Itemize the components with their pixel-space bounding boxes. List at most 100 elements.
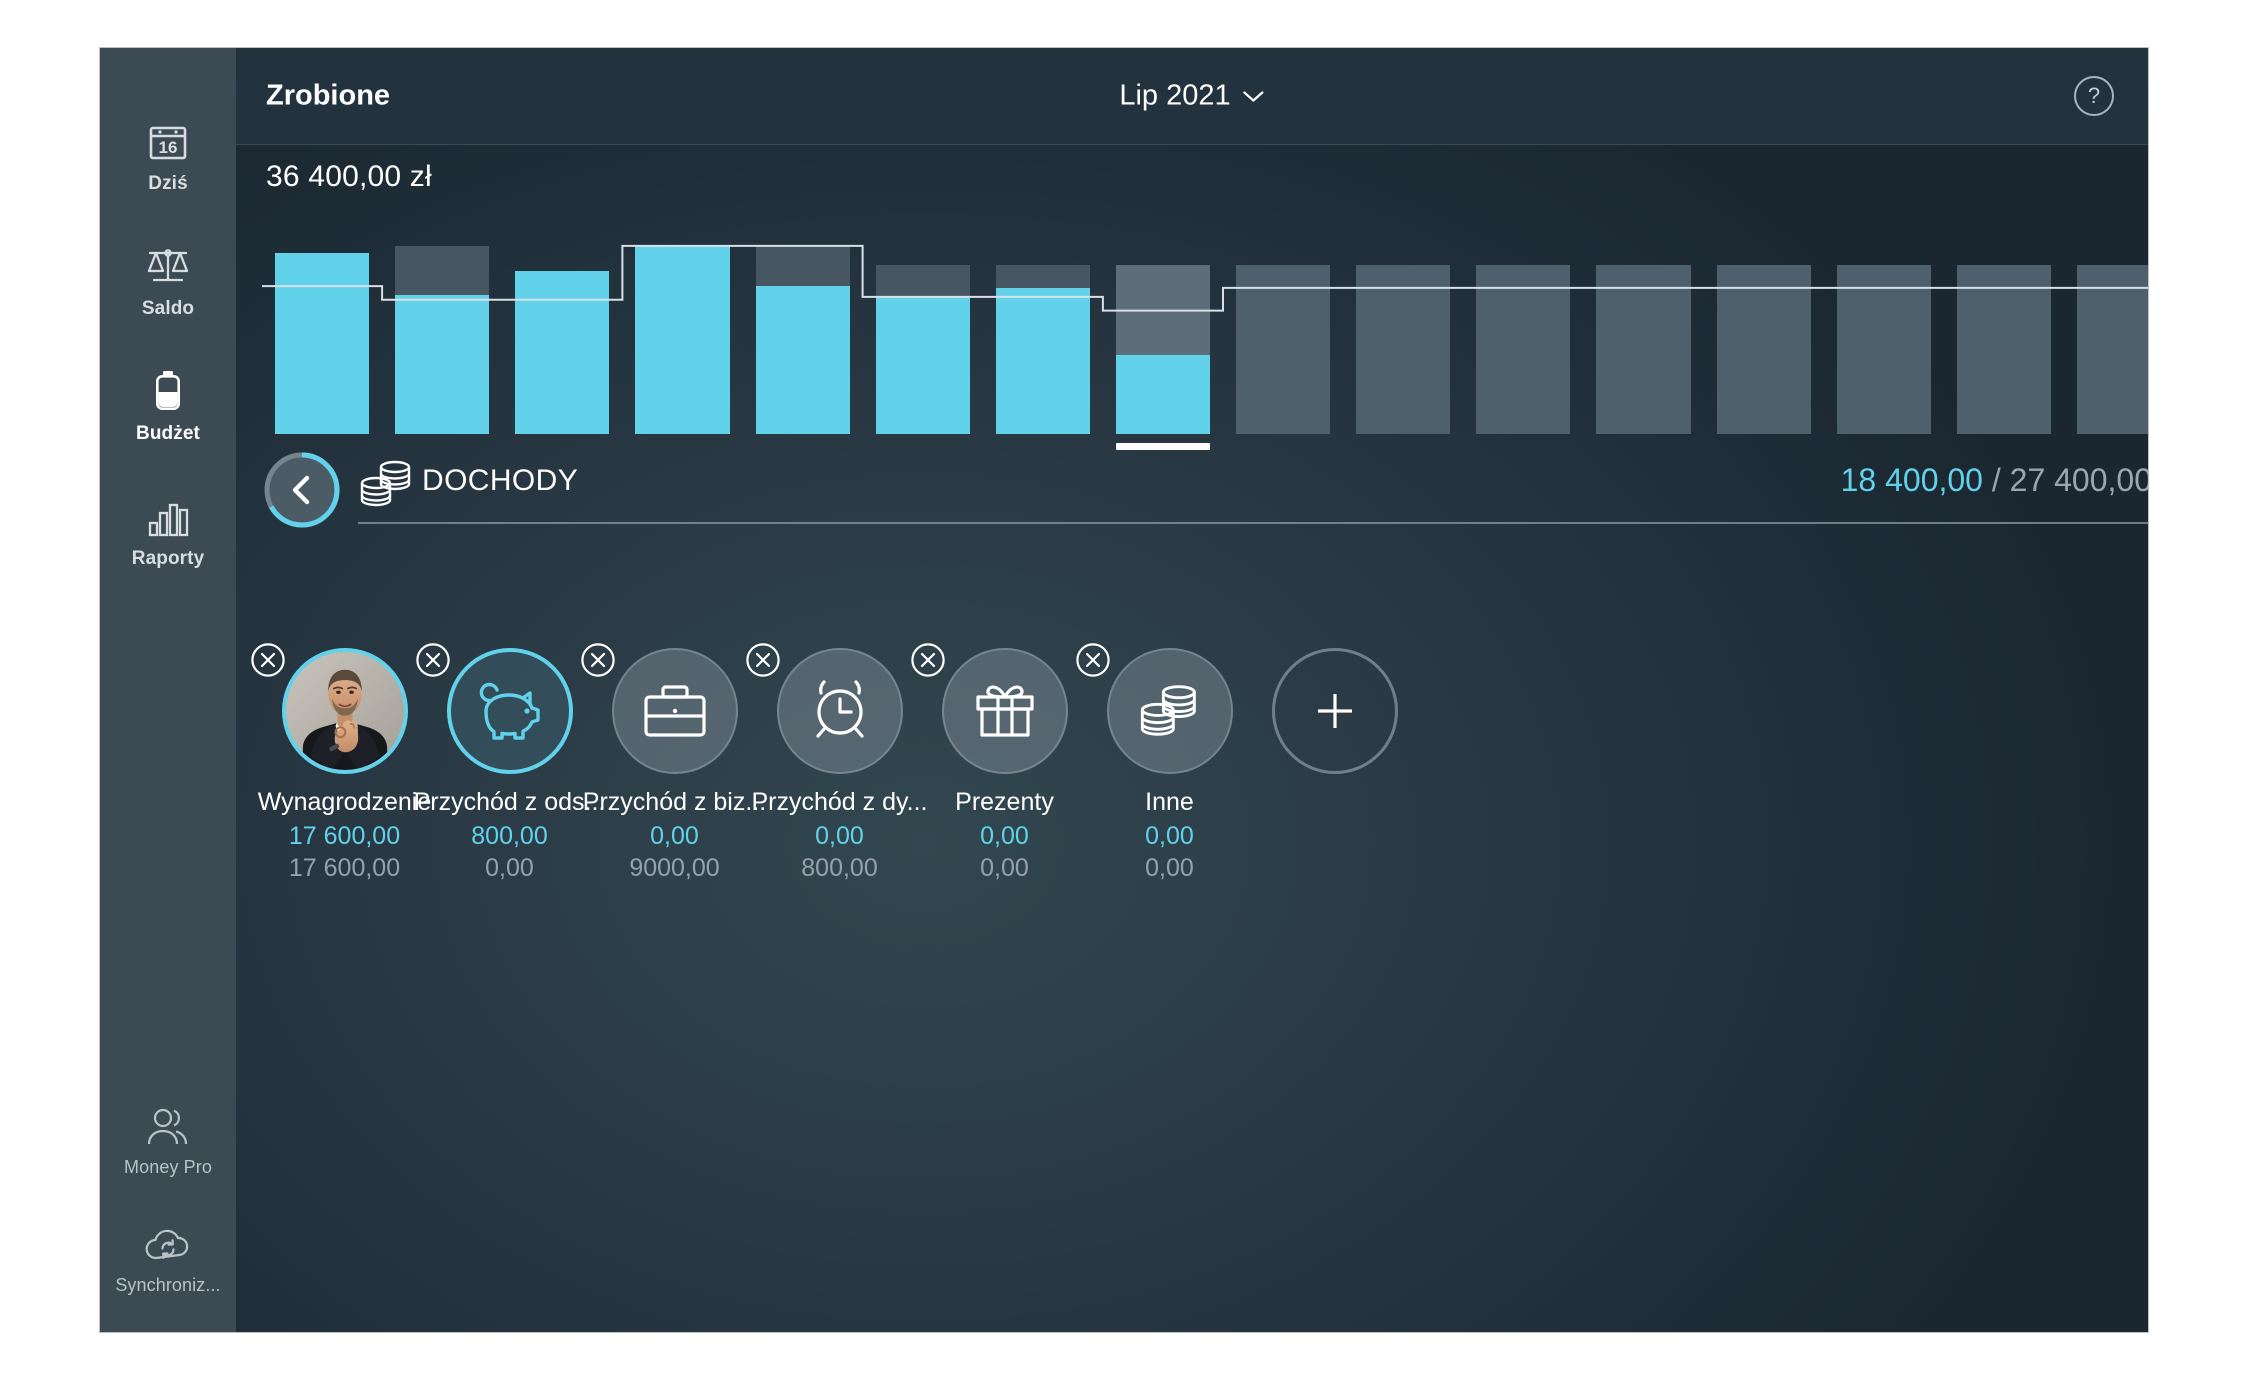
main-content: Zrobione Lip 2021 ? 36 400,00 zł DOCHODY… — [236, 48, 2148, 1332]
category-item[interactable]: Inne 0,00 0,00 — [1075, 643, 1252, 883]
chart-bar[interactable] — [1836, 216, 1931, 434]
category-circle-wrap — [910, 643, 1068, 774]
help-label: ? — [2087, 83, 2101, 108]
category-circle-wrap — [250, 643, 408, 774]
chart-bar-planned — [1836, 264, 1931, 434]
briefcase-icon — [643, 685, 706, 737]
chart-total-label: 36 400,00 zł — [266, 160, 432, 193]
chart-bar-done — [1115, 354, 1210, 434]
category-amount-planned: 0,00 — [1145, 854, 1194, 882]
month-label: Lip 2021 — [1119, 79, 1231, 112]
sidebar-item-saldo[interactable]: Saldo — [100, 243, 236, 320]
chart-bar[interactable] — [515, 216, 610, 434]
chart-bar-planned — [1476, 264, 1571, 434]
sidebar-item-synchronizacja[interactable]: Synchroniz... — [100, 1220, 236, 1296]
category-label: Wynagrodzenie — [257, 788, 432, 816]
section-amount: 18 400,00 / 27 400,00 zł — [1841, 462, 2148, 499]
category-delete-button[interactable] — [1075, 642, 1111, 678]
category-icon-button[interactable] — [776, 648, 903, 774]
coins-icon — [358, 456, 416, 517]
chart-bar[interactable] — [755, 216, 850, 434]
chart-bar[interactable] — [275, 216, 370, 434]
header-bar: Zrobione Lip 2021 ? — [236, 48, 2148, 145]
chart-bar[interactable] — [1356, 216, 1451, 434]
category-circle-wrap — [1075, 643, 1233, 774]
battery-icon — [148, 368, 188, 414]
category-amount-done: 0,00 — [980, 822, 1029, 850]
chevron-left-icon — [262, 450, 342, 530]
sidebar-item-label: Raporty — [131, 548, 205, 569]
app-window: 16 Dziś Saldo Budżet Raporty Money Pro S… — [100, 48, 2148, 1332]
category-delete-button[interactable] — [415, 642, 451, 678]
chart-bar-done — [875, 296, 970, 434]
chart-bar[interactable] — [2076, 216, 2148, 434]
sidebar-item-label: Budżet — [136, 423, 200, 444]
category-icon-button[interactable] — [281, 648, 408, 774]
add-category-button-wrap — [1252, 648, 1417, 883]
people-icon — [144, 1102, 192, 1148]
add-category-button[interactable] — [1271, 648, 1398, 774]
category-item[interactable]: Przychód z biz... 0,00 9000,00 — [580, 643, 766, 883]
chevron-down-icon — [1243, 90, 1264, 102]
sidebar-top-group: 16 Dziś Saldo Budżet Raporty — [100, 118, 236, 570]
coins-icon — [1140, 685, 1196, 736]
category-list: Wynagrodzenie 17 600,00 17 600,00 Przychód… — [250, 643, 2148, 883]
close-circle-icon — [910, 643, 945, 677]
sidebar-item-dzis[interactable]: 16 Dziś — [100, 118, 236, 195]
chart-bar[interactable] — [635, 216, 730, 434]
category-delete-button[interactable] — [250, 642, 286, 678]
category-amount-done: 17 600,00 — [288, 822, 401, 850]
section-amount-separator: / — [1991, 462, 2001, 498]
chart-bar[interactable] — [995, 216, 1090, 434]
month-selector[interactable]: Lip 2021 — [1119, 80, 1264, 113]
category-circle-wrap — [580, 643, 738, 774]
sidebar-item-label: Money Pro — [124, 1157, 212, 1177]
category-icon-button[interactable] — [1106, 648, 1233, 774]
chart-bar-planned — [1596, 264, 1691, 434]
chart-bar-done — [995, 287, 1090, 434]
chart-bar[interactable] — [875, 216, 970, 434]
sidebar-item-label: Dziś — [148, 173, 188, 194]
chart-bar[interactable] — [1716, 216, 1811, 434]
page-title: Zrobione — [266, 79, 391, 112]
sidebar-item-budzet[interactable]: Budżet — [100, 368, 236, 445]
help-button[interactable]: ? — [2074, 76, 2114, 116]
category-amount-planned: 0,00 — [485, 854, 534, 882]
chart-bar[interactable] — [1596, 216, 1691, 434]
close-circle-icon — [580, 643, 615, 677]
category-amount-done: 800,00 — [471, 822, 548, 850]
chart-bar-planned — [1356, 264, 1451, 434]
category-amount-done: 0,00 — [815, 822, 864, 850]
chart-bar-selected-marker — [1115, 443, 1210, 450]
budget-bar-chart[interactable] — [262, 216, 2148, 450]
chart-bar[interactable] — [1476, 216, 1571, 434]
calendar-16-icon: 16 — [146, 118, 190, 164]
category-delete-button[interactable] — [580, 642, 616, 678]
chart-bar[interactable] — [1956, 216, 2051, 434]
section-row-dochody: DOCHODY 18 400,00 / 27 400,00 zł — [262, 450, 2148, 546]
category-item[interactable]: Przychód z dy... 0,00 800,00 — [745, 643, 928, 883]
sidebar-item-raporty[interactable]: Raporty — [100, 493, 236, 570]
chart-bar-planned — [2076, 264, 2148, 434]
chart-bar-done — [515, 270, 610, 434]
cloud-sync-icon — [142, 1220, 194, 1266]
chart-bar[interactable] — [395, 216, 490, 434]
category-delete-button[interactable] — [910, 642, 946, 678]
close-circle-icon — [745, 643, 780, 677]
chart-bar[interactable] — [1115, 216, 1210, 450]
svg-text:16: 16 — [159, 138, 178, 157]
chart-bar[interactable] — [1236, 216, 1331, 434]
category-delete-button[interactable] — [745, 642, 781, 678]
category-item[interactable]: Wynagrodzenie 17 600,00 17 600,00 — [250, 643, 431, 883]
category-amount-planned: 17 600,00 — [288, 854, 401, 882]
category-icon-button[interactable] — [941, 648, 1068, 774]
category-item[interactable]: Przychód z ods... 800,00 0,00 — [414, 643, 605, 883]
category-circle-wrap — [415, 643, 573, 774]
category-label: Przychód z dy... — [751, 788, 928, 816]
category-icon-button[interactable] — [446, 648, 573, 774]
category-item[interactable]: Prezenty 0,00 0,00 — [910, 643, 1087, 883]
category-icon-button[interactable] — [611, 648, 738, 774]
back-button[interactable] — [262, 450, 342, 530]
category-amount-done: 0,00 — [1145, 822, 1194, 850]
sidebar-item-money-pro[interactable]: Money Pro — [100, 1102, 236, 1178]
